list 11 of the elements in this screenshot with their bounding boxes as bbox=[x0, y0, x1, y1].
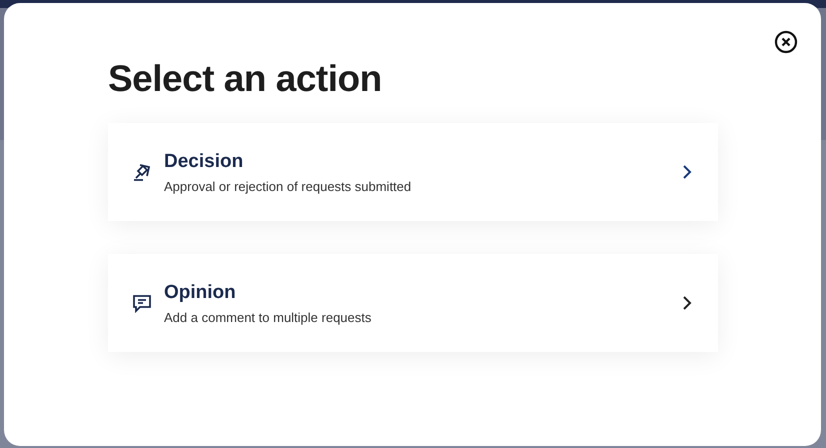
action-description: Add a comment to multiple requests bbox=[164, 310, 372, 324]
action-title: Opinion bbox=[164, 282, 237, 304]
action-title: Decision bbox=[164, 150, 244, 172]
comment-icon bbox=[132, 293, 152, 313]
chevron-right-icon bbox=[682, 295, 692, 311]
dialog-title: Select an action bbox=[108, 57, 383, 101]
action-card[interactable]: Decision Approval or rejection of requests submitted bbox=[108, 123, 718, 221]
chevron-right-icon bbox=[682, 164, 692, 180]
action-card[interactable]: Opinion Add a comment to multiple requests bbox=[108, 254, 718, 352]
close-button[interactable] bbox=[774, 30, 798, 54]
action-description: Approval or rejection of requests submitted bbox=[164, 178, 412, 194]
